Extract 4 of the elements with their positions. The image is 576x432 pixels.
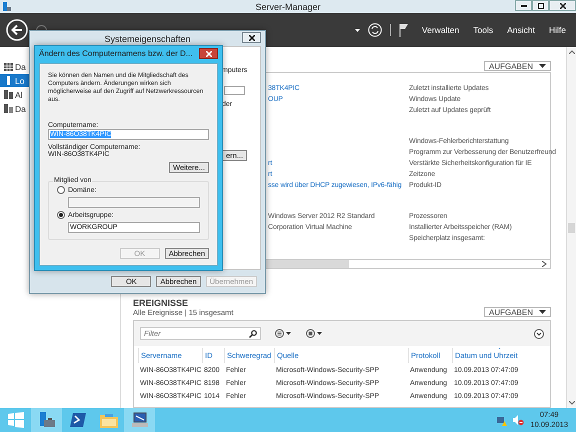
dialog-title: Systemeigenschaften (104, 34, 191, 44)
section-title: EREIGNISSE (133, 298, 190, 308)
dialog-title: Ändern des Computernamens bzw. der D... (39, 49, 192, 58)
window-title: Server-Manager (254, 2, 322, 12)
